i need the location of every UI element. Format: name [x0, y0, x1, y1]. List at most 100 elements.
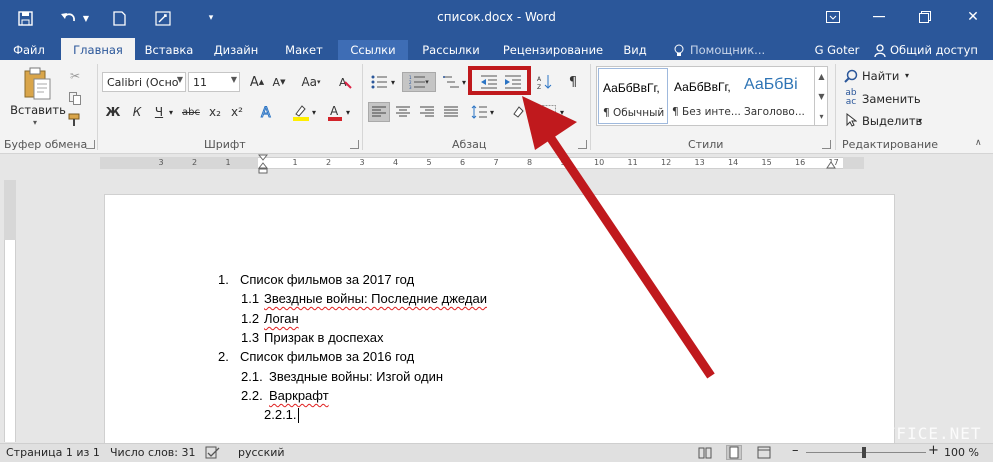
format-painter-icon[interactable]: [64, 110, 86, 130]
style-preview: АаБбВі: [744, 76, 798, 93]
read-mode-icon[interactable]: [698, 446, 712, 459]
language-indicator[interactable]: русский: [238, 446, 285, 459]
watermark-logo-icon: [790, 420, 820, 444]
list-item-text[interactable]: Логан: [264, 311, 299, 326]
zoom-level[interactable]: 100 %: [944, 446, 979, 459]
copy-icon[interactable]: [64, 88, 86, 108]
paste-button[interactable]: Вставить: [10, 103, 66, 117]
list-item-text[interactable]: Призрак в доспехах: [264, 330, 383, 345]
web-layout-icon[interactable]: [757, 446, 771, 459]
zoom-slider-thumb[interactable]: [862, 447, 866, 458]
highlight-color-icon[interactable]: [290, 102, 312, 122]
select-dropdown-icon[interactable]: ▾: [918, 116, 922, 125]
superscript-button[interactable]: x²: [226, 102, 248, 122]
indent-marker-icon[interactable]: [257, 154, 269, 174]
close-icon[interactable]: ✕: [958, 5, 988, 29]
paragraph-group-label: Абзац: [452, 138, 487, 151]
minimize-icon[interactable]: [864, 5, 894, 29]
cut-icon[interactable]: ✂: [64, 66, 86, 86]
ruler-left-margin: [100, 157, 258, 169]
share-user-icon[interactable]: [872, 40, 888, 60]
find-button[interactable]: Найти: [862, 69, 899, 83]
font-color-icon[interactable]: A: [324, 102, 346, 122]
chevron-down-icon: ▼: [176, 75, 183, 84]
tab-layout[interactable]: Макет: [278, 40, 330, 60]
svg-text:3: 3: [409, 85, 412, 89]
sort-icon[interactable]: AZ: [534, 72, 556, 92]
proofing-icon[interactable]: [205, 446, 221, 459]
list-item-text[interactable]: Звездные войны: Изгой один: [269, 369, 443, 384]
styles-scroll[interactable]: ▲ ▼ ▾: [814, 66, 828, 126]
line-spacing-icon[interactable]: [468, 102, 490, 122]
italic-button[interactable]: К: [126, 102, 148, 122]
multilevel-dropdown-icon[interactable]: ▾: [462, 78, 466, 87]
bold-button[interactable]: Ж: [102, 102, 124, 122]
font-size-combo[interactable]: 11 ▼: [188, 72, 240, 92]
font-launcher-icon[interactable]: [350, 140, 359, 149]
zoom-slider[interactable]: [806, 452, 926, 453]
word-count[interactable]: Число слов: 31: [110, 446, 196, 459]
list-item-text[interactable]: Список фильмов за 2016 год: [240, 349, 414, 364]
paste-dropdown-icon[interactable]: ▾: [33, 118, 37, 127]
zoom-out-button[interactable]: –: [792, 443, 799, 458]
ruler-number: 5: [426, 158, 432, 167]
text-effects-icon[interactable]: A: [256, 102, 278, 122]
list-item-text[interactable]: Варкрафт: [269, 388, 329, 403]
find-icon[interactable]: [840, 66, 862, 86]
zoom-in-button[interactable]: +: [928, 443, 939, 458]
line-spacing-dropdown-icon[interactable]: ▾: [490, 108, 494, 117]
tab-references[interactable]: Ссылки: [338, 40, 408, 60]
print-layout-icon[interactable]: [726, 445, 742, 460]
change-case-button[interactable]: Aa ▾: [296, 72, 326, 92]
list-item-text[interactable]: Звездные войны: Последние джедаи: [264, 291, 487, 306]
bullets-dropdown-icon[interactable]: ▾: [391, 78, 395, 87]
underline-dropdown-icon[interactable]: ▾: [169, 108, 173, 117]
select-icon[interactable]: [840, 110, 862, 130]
scroll-up-icon[interactable]: ▲: [818, 72, 824, 81]
align-left-icon[interactable]: [368, 102, 390, 122]
tab-review[interactable]: Рецензирование: [498, 40, 608, 60]
clear-formatting-icon[interactable]: A: [334, 72, 356, 92]
tab-insert[interactable]: Вставка: [139, 40, 199, 60]
find-dropdown-icon[interactable]: ▾: [905, 71, 909, 80]
ribbon-display-options-icon[interactable]: [818, 5, 848, 29]
bullets-icon[interactable]: [368, 72, 390, 92]
tell-me-search[interactable]: Помощник...: [690, 40, 770, 60]
list-item-text[interactable]: Список фильмов за 2017 год: [240, 272, 414, 287]
grow-font-button[interactable]: A ▲: [246, 72, 268, 92]
shrink-font-button[interactable]: A ▼: [268, 72, 290, 92]
replace-button[interactable]: Заменить: [862, 92, 921, 106]
multilevel-list-icon[interactable]: [440, 72, 462, 92]
scroll-down-icon[interactable]: ▼: [818, 92, 824, 101]
font-color-dropdown-icon[interactable]: ▾: [346, 108, 350, 117]
highlight-dropdown-icon[interactable]: ▾: [312, 108, 316, 117]
tab-mailings[interactable]: Рассылки: [414, 40, 488, 60]
clipboard-launcher-icon[interactable]: [86, 140, 95, 149]
strikethrough-button[interactable]: abc: [180, 102, 202, 122]
paste-icon[interactable]: [22, 66, 52, 102]
more-styles-icon[interactable]: ▾: [819, 112, 823, 121]
subscript-button[interactable]: x₂: [204, 102, 226, 122]
tab-view[interactable]: Вид: [614, 40, 656, 60]
ruler-number: 1: [292, 158, 298, 167]
user-name[interactable]: G Goter: [813, 40, 861, 60]
numbering-button[interactable]: 1 2 3 ▾: [402, 72, 436, 92]
align-right-icon[interactable]: [416, 102, 438, 122]
tab-design[interactable]: Дизайн: [208, 40, 264, 60]
styles-launcher-icon[interactable]: [822, 140, 831, 149]
show-marks-button[interactable]: ¶: [562, 72, 584, 92]
select-button[interactable]: Выделить: [862, 114, 922, 128]
font-name-combo[interactable]: Calibri (Осно ▼: [102, 72, 186, 92]
tab-file[interactable]: Файл: [6, 40, 52, 60]
right-indent-marker-icon[interactable]: [826, 160, 836, 170]
share-button[interactable]: Общий доступ: [890, 40, 984, 60]
tab-home[interactable]: Главная: [61, 38, 135, 61]
page-count[interactable]: Страница 1 из 1: [6, 446, 100, 459]
align-center-icon[interactable]: [392, 102, 414, 122]
style-heading1[interactable]: АаБбВі Заголово...: [742, 68, 812, 124]
collapse-ribbon-icon[interactable]: ∧: [975, 138, 982, 148]
justify-icon[interactable]: [440, 102, 462, 122]
replace-icon[interactable]: ab ac: [840, 88, 862, 108]
underline-button[interactable]: Ч: [148, 102, 170, 122]
restore-icon[interactable]: [910, 5, 940, 29]
